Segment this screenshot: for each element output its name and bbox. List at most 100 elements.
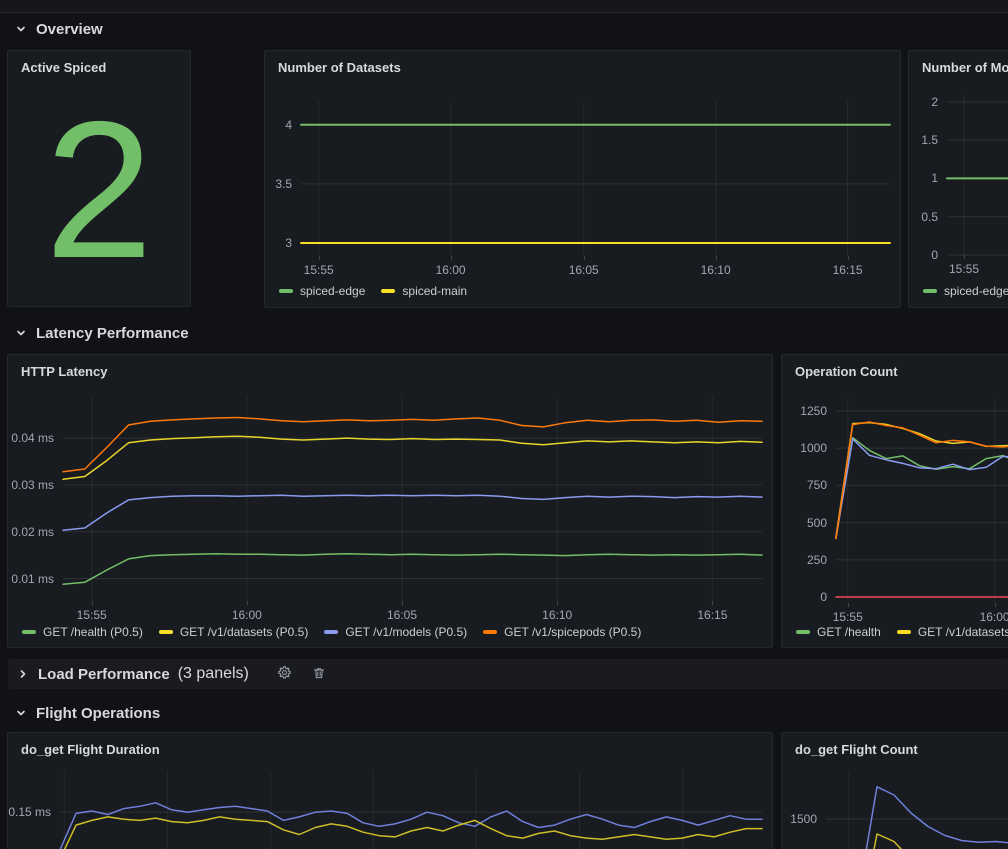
panel-title[interactable]: do_get Flight Count [795,742,918,757]
y-tick-label: 2 [931,95,938,109]
plot-area[interactable]: 15:5516:0016:0516:10 [836,398,1008,603]
number-of-datasets-chart: 33.54 15:5516:0016:0516:1016:15 [265,101,890,256]
x-tick-label: 16:10 [701,263,731,277]
flight-duration-chart: 0.15 ms [8,771,762,849]
section-label: Latency Performance [36,325,189,342]
y-tick-label: 0.04 ms [11,431,54,445]
y-tick-label: 0 [931,248,938,262]
series-line [63,554,762,585]
top-toolbar-edge [0,0,1008,13]
x-tick-label: 16:00 [436,263,466,277]
y-tick-label: 0.15 ms [8,805,51,819]
legend: spiced-edge [923,284,1008,298]
y-axis: 0.01 ms0.02 ms0.03 ms0.04 ms [8,396,63,601]
x-tick-mark [402,601,403,605]
legend-label: GET /v1/spicepods (P0.5) [504,625,641,639]
plot-area[interactable]: 15:5516:0016:0516:1016:15 [301,101,890,256]
x-tick-mark [92,601,93,605]
panel-number-of-datasets: Number of Datasets 33.54 15:5516:0016:05… [264,50,901,308]
plot-area[interactable]: 15:5516:00 [947,95,1008,255]
panel-title[interactable]: Number of Datasets [278,60,401,75]
section-header-load-performance[interactable]: Load Performance (3 panels) [8,659,1008,689]
plot-area[interactable] [826,771,1008,849]
legend-swatch [22,630,36,634]
y-tick-label: 0 [820,590,827,604]
x-tick-mark [557,601,558,605]
series-line [63,495,762,530]
plot-area[interactable]: 15:5516:0016:0516:1016:15 [63,396,762,601]
y-tick-label: 0.01 ms [11,572,54,586]
legend-swatch [897,630,911,634]
plot-area[interactable] [60,771,762,849]
y-tick-label: 1.5 [921,133,938,147]
chart-canvas [947,95,1008,255]
x-tick-label: 15:55 [833,610,863,624]
row-delete-button[interactable] [306,664,332,685]
chart-canvas [826,771,1008,849]
legend-label: spiced-main [402,284,467,298]
y-axis: 0.15 ms [8,771,60,849]
legend-swatch [324,630,338,634]
section-label: Overview [36,21,103,38]
y-axis: 1500 [782,771,826,849]
legend: GET /health (P0.5) GET /v1/datasets (P0.5… [22,625,641,639]
panel-title[interactable]: HTTP Latency [21,364,107,379]
series-line [60,817,762,849]
legend-item[interactable]: spiced-main [381,284,467,298]
y-axis: 00.511.52 [909,95,947,255]
legend-item[interactable]: GET /health [796,625,881,639]
y-tick-label: 1500 [790,812,817,826]
legend-label: spiced-edge [300,284,365,298]
legend-label: GET /v1/datasets (P0.5) [180,625,309,639]
row-settings-button[interactable] [271,663,298,685]
panel-title[interactable]: Active Spiced [21,60,106,75]
legend-label: GET /health (P0.5) [43,625,143,639]
section-label: Load Performance [38,666,170,683]
legend-item[interactable]: GET /v1/datasets (P0.5) [159,625,309,639]
panel-active-spiced: Active Spiced 2 [7,50,191,307]
x-tick-label: 16:15 [697,608,727,622]
legend-label: spiced-edge [944,284,1008,298]
legend-item[interactable]: spiced-edge [279,284,365,298]
y-tick-label: 1250 [800,404,827,418]
panel-title[interactable]: Number of Models [922,60,1008,75]
legend-item[interactable]: spiced-edge [923,284,1008,298]
chevron-down-icon [14,22,28,36]
section-header-overview[interactable]: Overview [14,16,103,42]
chevron-down-icon [14,326,28,340]
chevron-down-icon [14,706,28,720]
x-tick-mark [319,256,320,260]
y-axis: 33.54 [265,101,301,256]
legend-item[interactable]: GET /v1/spicepods (P0.5) [483,625,641,639]
gear-icon [277,665,292,683]
legend-swatch [923,289,937,293]
stat-value-wrap: 2 [8,85,190,296]
panel-number-of-models: Number of Models 00.511.52 15:5516:00 sp… [908,50,1008,308]
chart-canvas [60,771,762,849]
legend-swatch [796,630,810,634]
number-of-models-chart: 00.511.52 15:5516:00 [909,95,1008,255]
panel-title[interactable]: Operation Count [795,364,898,379]
section-header-latency-performance[interactable]: Latency Performance [14,320,189,346]
x-tick-label: 16:00 [980,610,1008,624]
panel-flight-duration: do_get Flight Duration 0.15 ms [7,732,773,849]
legend-label: GET /health [817,625,881,639]
legend-item[interactable]: GET /v1/models (P0.5) [324,625,467,639]
x-tick-mark [964,255,965,259]
x-tick-mark [848,603,849,607]
section-header-flight-operations[interactable]: Flight Operations [14,700,160,726]
legend: spiced-edge spiced-main [279,284,467,298]
x-tick-label: 15:55 [304,263,334,277]
y-tick-label: 1000 [800,441,827,455]
y-tick-label: 3.5 [275,177,292,191]
stat-value: 2 [45,93,153,288]
y-tick-label: 250 [807,553,827,567]
legend-item[interactable]: GET /health (P0.5) [22,625,143,639]
panel-title[interactable]: do_get Flight Duration [21,742,160,757]
series-line [63,436,762,479]
legend-item[interactable]: GET /v1/datasets [897,625,1008,639]
y-tick-label: 3 [285,236,292,250]
x-tick-label: 15:55 [77,608,107,622]
x-tick-label: 16:15 [833,263,863,277]
series-line [836,423,1008,537]
